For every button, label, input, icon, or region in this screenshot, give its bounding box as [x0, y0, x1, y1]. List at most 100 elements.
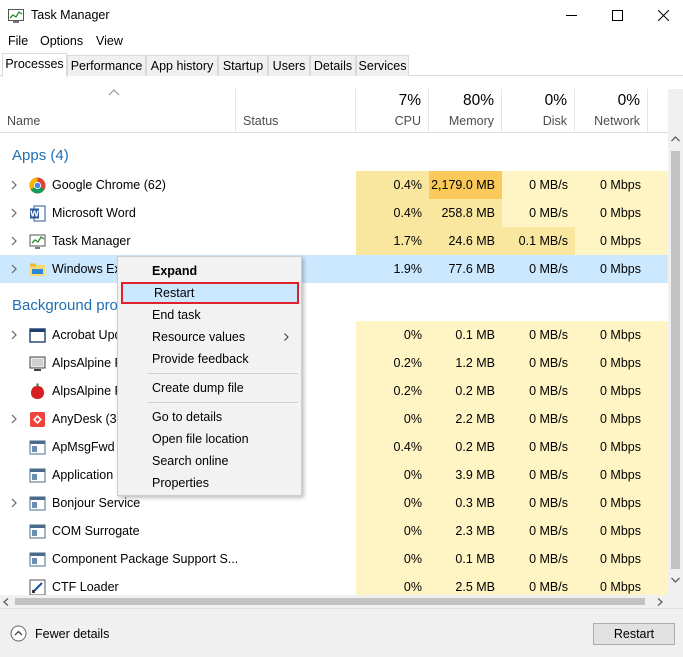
column-header-name[interactable]: Name [0, 89, 236, 133]
menu-item-create-dump-file[interactable]: Create dump file [118, 377, 301, 399]
cpu-cell: 0% [403, 580, 422, 594]
fewer-details-icon[interactable] [10, 625, 27, 642]
network-cell: 0 Mbps [600, 384, 641, 398]
vertical-scrollbar[interactable] [668, 89, 683, 595]
table-row[interactable]: Task Manager 1.7% 24.6 MB 0.1 MB/s 0 Mbps [0, 227, 668, 255]
column-disk-label: Disk [542, 114, 567, 128]
expand-chevron-icon[interactable] [10, 235, 18, 247]
network-cell: 0 Mbps [600, 356, 641, 370]
memory-cell: 0.2 MB [455, 440, 495, 454]
menu-item-provide-feedback[interactable]: Provide feedback [118, 348, 301, 370]
restart-button[interactable]: Restart [593, 623, 675, 645]
disk-cell: 0 MB/s [529, 178, 568, 192]
network-cell: 0 Mbps [600, 412, 641, 426]
maximize-button[interactable] [594, 0, 640, 31]
menu-item-properties[interactable]: Properties [118, 472, 301, 494]
close-button[interactable] [640, 0, 683, 31]
expand-chevron-icon[interactable] [10, 263, 18, 275]
app-window-icon [29, 551, 46, 568]
menu-item-open-file-location[interactable]: Open file location [118, 428, 301, 450]
service-window-icon [29, 327, 46, 344]
menu-item-go-to-details[interactable]: Go to details [118, 406, 301, 428]
menu-separator [148, 402, 298, 403]
expand-chevron-icon[interactable] [10, 497, 18, 509]
column-header-status[interactable]: Status [236, 89, 356, 133]
memory-cell: 2,179.0 MB [429, 171, 502, 199]
network-cell: 0 Mbps [600, 178, 641, 192]
column-header-cpu[interactable]: 7% CPU [356, 89, 429, 133]
tab-app-history[interactable]: App history [146, 55, 218, 76]
network-cell: 0 Mbps [600, 440, 641, 454]
table-row[interactable]: CTF Loader 0% 2.5 MB 0 MB/s 0 Mbps [0, 573, 668, 595]
process-name: Bonjour Service [52, 496, 141, 510]
title-bar: Task Manager [0, 0, 683, 31]
menu-file[interactable]: File [8, 34, 28, 48]
cpu-cell: 1.9% [393, 262, 423, 276]
table-row[interactable]: Application Frame Host0%3.9 MB0 MB/s0 Mb… [0, 461, 668, 489]
table-row[interactable]: Windows Explorer 1.9% 77.6 MB 0 MB/s 0 Mbps [0, 255, 668, 283]
fewer-details-link[interactable]: Fewer details [35, 627, 109, 641]
column-header-memory[interactable]: 80% Memory [429, 89, 502, 133]
cpu-cell: 0% [403, 496, 422, 510]
process-name: CTF Loader [52, 580, 119, 594]
menu-item-end-task[interactable]: End task [118, 304, 301, 326]
memory-cell: 0.3 MB [455, 496, 495, 510]
minimize-icon [565, 15, 577, 16]
table-row[interactable]: ApMsgFwd 0.4% 0.2 MB 0 MB/s 0 Mbps [0, 433, 668, 461]
table-row[interactable]: AnyDesk (32 bit) 0% 2.2 MB 0 MB/s 0 Mbps [0, 405, 668, 433]
tab-services[interactable]: Services [356, 55, 409, 76]
disk-cell: 0 MB/s [529, 328, 568, 342]
folder-icon [29, 261, 46, 278]
tab-processes[interactable]: Processes [2, 53, 67, 77]
menu-item-expand[interactable]: Expand [118, 260, 301, 282]
tab-users[interactable]: Users [268, 55, 310, 76]
footer-bar: Fewer details Restart [0, 608, 683, 657]
memory-cell: 0.2 MB [455, 384, 495, 398]
process-name: Microsoft Word [52, 206, 136, 220]
column-name-label: Name [7, 114, 41, 128]
menu-options[interactable]: Options [40, 34, 83, 48]
column-memory-label: Memory [448, 114, 494, 128]
memory-cell: 2.2 MB [455, 412, 495, 426]
menu-item-resource-values-label: Resource values [152, 330, 246, 344]
table-row[interactable]: Google Chrome (62) 0.4% 2,179.0 MB 0 MB/s 0 … [0, 171, 668, 199]
network-cell: 0 Mbps [600, 234, 641, 248]
menu-separator [148, 373, 298, 374]
table-row[interactable]: AlpsAlpine Pointing-device Driver0.2%1.2… [0, 349, 668, 377]
disk-cell: 0 MB/s [529, 468, 568, 482]
vertical-scroll-thumb[interactable] [671, 151, 680, 569]
tab-performance[interactable]: Performance [67, 55, 146, 76]
menu-bar: File Options View [0, 31, 683, 51]
horizontal-scroll-thumb[interactable] [15, 598, 645, 605]
table-row[interactable]: W Microsoft Word 0.4% 258.8 MB 0 MB/s 0 Mbps [0, 199, 668, 227]
table-row[interactable]: Bonjour Service 0% 0.3 MB 0 MB/s 0 Mbps [0, 489, 668, 517]
column-header-disk[interactable]: 0% Disk [502, 89, 575, 133]
table-row[interactable]: Component Package Support S... 0% 0.1 MB 0 … [0, 545, 668, 573]
memory-cell: 1.2 MB [455, 356, 495, 370]
expand-chevron-icon[interactable] [10, 179, 18, 191]
menu-item-restart[interactable]: Restart [121, 282, 299, 304]
column-header-row: Name Status 7% CPU 80% Memory 0% Disk 0%… [0, 89, 668, 133]
menu-item-resource-values[interactable]: Resource values [118, 326, 301, 348]
svg-text:W: W [30, 210, 39, 219]
close-icon [657, 10, 669, 21]
column-header-network[interactable]: 0% Network [575, 89, 648, 133]
menu-item-search-online[interactable]: Search online [118, 450, 301, 472]
minimize-button[interactable] [548, 0, 594, 31]
memory-total-percent: 80% [462, 92, 494, 109]
table-row[interactable]: COM Surrogate 0% 2.3 MB 0 MB/s 0 Mbps [0, 517, 668, 545]
column-status-label: Status [243, 114, 279, 128]
horizontal-scrollbar[interactable] [0, 595, 668, 608]
table-row[interactable]: Acrobat Update Service0%0.1 MB0 MB/s0 Mb… [0, 321, 668, 349]
group-title-apps: Apps (4) [12, 147, 69, 164]
tab-startup[interactable]: Startup [218, 55, 268, 76]
task-manager-icon [29, 233, 46, 250]
expand-chevron-icon[interactable] [10, 413, 18, 425]
menu-view[interactable]: View [96, 34, 123, 48]
chrome-icon [29, 177, 46, 194]
word-icon: W [29, 205, 46, 222]
expand-chevron-icon[interactable] [10, 207, 18, 219]
expand-chevron-icon[interactable] [10, 329, 18, 341]
tab-details[interactable]: Details [310, 55, 356, 76]
table-row[interactable]: AlpsAlpine Pointing-device Driver0.2%0.2… [0, 377, 668, 405]
